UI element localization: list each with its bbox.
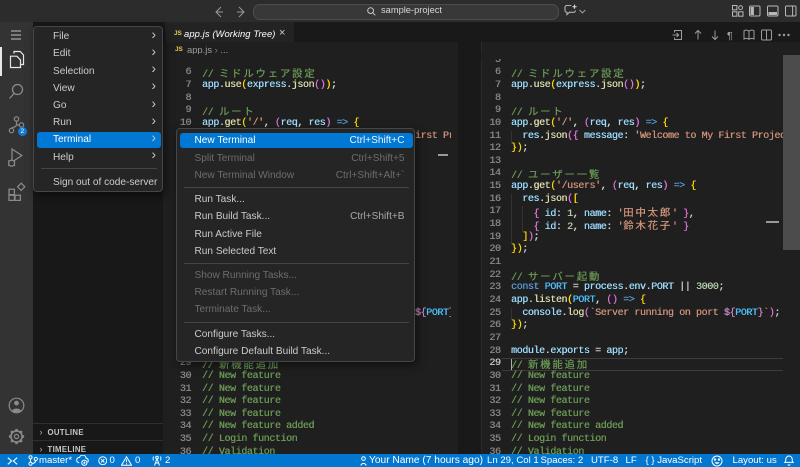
svg-text:¶: ¶ — [727, 30, 733, 41]
